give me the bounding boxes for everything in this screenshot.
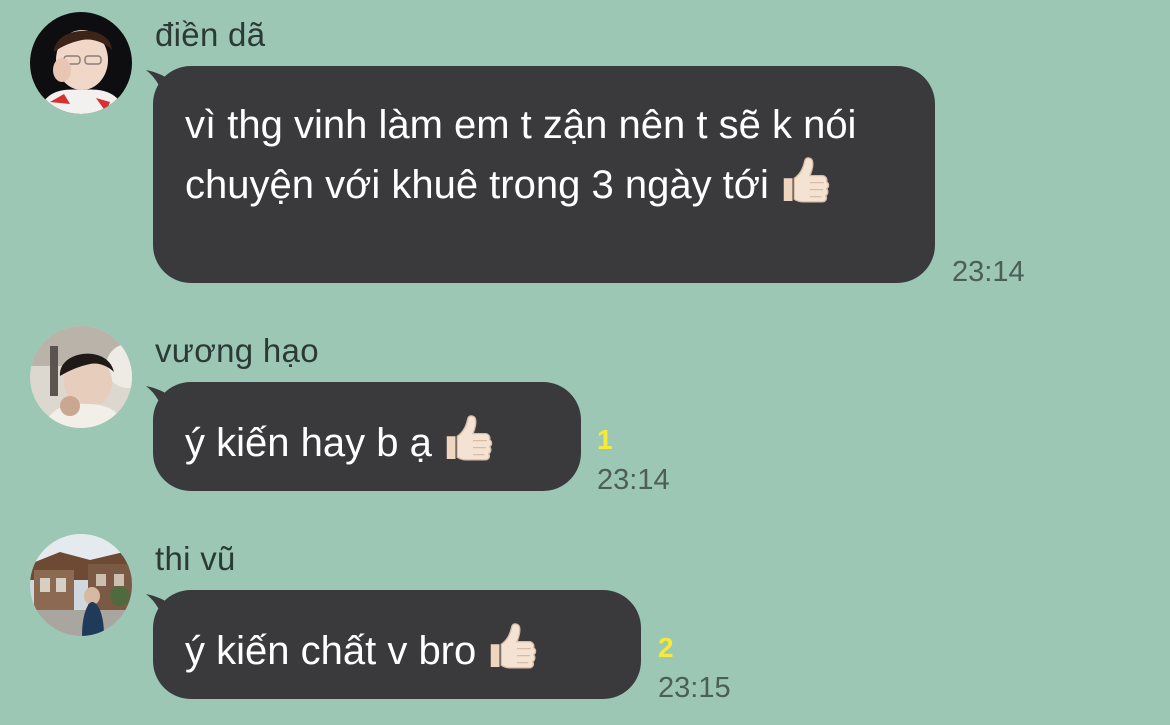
thumbs-up-icon bbox=[482, 618, 538, 674]
message-text: ý kiến chất v bro bbox=[185, 629, 477, 673]
thumbs-up-icon bbox=[775, 152, 831, 208]
avatar[interactable] bbox=[30, 534, 132, 636]
avatar[interactable] bbox=[30, 12, 132, 114]
message-text: ý kiến hay b ạ bbox=[185, 421, 432, 465]
message-text: vì thg vinh làm em t zận nên t sẽ k nói … bbox=[185, 103, 857, 207]
message-bubble[interactable]: ý kiến hay b ạ bbox=[153, 382, 581, 491]
sender-name: điền dã bbox=[155, 16, 266, 53]
chat-thread: điền dã vì thg vinh làm em t zận nên t s… bbox=[0, 0, 1170, 725]
read-count: 2 bbox=[658, 632, 674, 663]
message-time: 23:14 bbox=[952, 256, 1025, 288]
message-time: 23:15 bbox=[658, 672, 731, 704]
thumbs-up-icon bbox=[438, 410, 494, 466]
message-time: 23:14 bbox=[597, 464, 670, 496]
sender-name: thi vũ bbox=[155, 540, 236, 577]
message-bubble[interactable]: vì thg vinh làm em t zận nên t sẽ k nói … bbox=[153, 66, 935, 283]
read-count: 1 bbox=[597, 424, 613, 455]
message-bubble[interactable]: ý kiến chất v bro bbox=[153, 590, 641, 699]
avatar[interactable] bbox=[30, 326, 132, 428]
sender-name: vương hạo bbox=[155, 332, 319, 369]
